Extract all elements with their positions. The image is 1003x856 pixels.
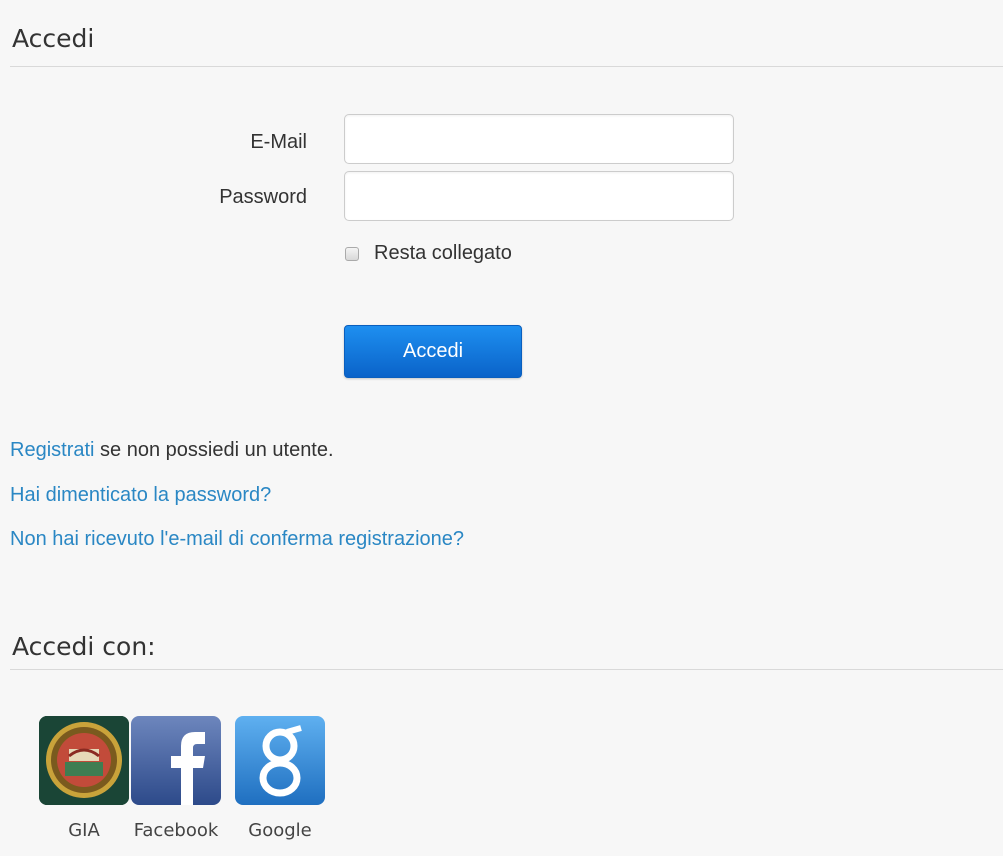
login-button[interactable]: Accedi bbox=[344, 325, 522, 378]
provider-google[interactable]: Google bbox=[222, 716, 338, 841]
remember-me-row[interactable]: Resta collegato bbox=[345, 242, 512, 265]
register-suffix: se non possiedi un utente. bbox=[94, 439, 334, 461]
title-divider bbox=[10, 66, 1003, 67]
forgot-password-link[interactable]: Hai dimenticato la password? bbox=[10, 484, 271, 506]
social-providers: GIA Facebook Google bbox=[38, 716, 338, 841]
remember-me-checkbox[interactable] bbox=[345, 246, 359, 261]
provider-gia[interactable]: GIA bbox=[38, 716, 130, 841]
register-line: Registrati se non possiedi un utente. bbox=[10, 439, 334, 462]
register-link[interactable]: Registrati bbox=[10, 439, 94, 461]
social-divider bbox=[10, 669, 1003, 670]
password-label: Password bbox=[219, 186, 307, 208]
google-icon[interactable] bbox=[235, 716, 325, 805]
gia-logo-icon[interactable] bbox=[39, 716, 129, 805]
login-title: Accedi bbox=[12, 24, 95, 53]
provider-facebook-label: Facebook bbox=[133, 820, 219, 841]
email-label: E-Mail bbox=[250, 131, 307, 153]
facebook-icon[interactable] bbox=[131, 716, 221, 805]
social-login-title: Accedi con: bbox=[12, 632, 156, 661]
provider-google-label: Google bbox=[248, 820, 312, 841]
password-field[interactable] bbox=[344, 171, 734, 221]
provider-gia-label: GIA bbox=[68, 820, 100, 841]
resend-confirmation-link[interactable]: Non hai ricevuto l'e-mail di conferma re… bbox=[10, 528, 464, 550]
remember-me-label: Resta collegato bbox=[374, 242, 512, 264]
provider-facebook[interactable]: Facebook bbox=[118, 716, 234, 841]
email-field[interactable] bbox=[344, 114, 734, 164]
